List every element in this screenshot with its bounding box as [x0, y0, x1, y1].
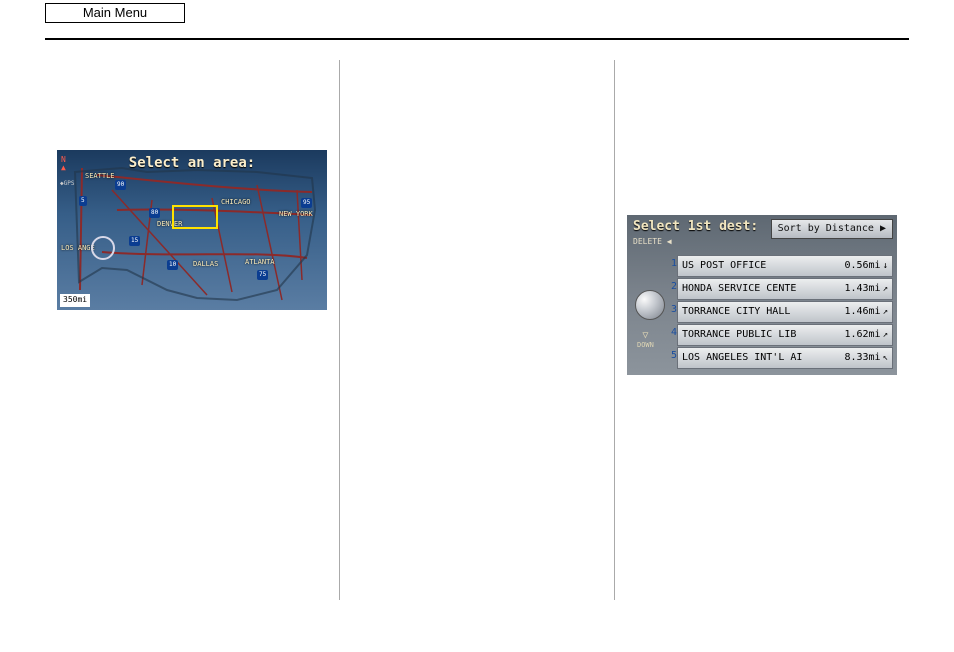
- dest-header: Select 1st dest:: [633, 218, 758, 236]
- direction-icon: ↗: [883, 329, 888, 341]
- scroll-knob[interactable]: [635, 290, 665, 320]
- dest-name: TORRANCE PUBLIC LIB: [682, 328, 840, 342]
- city-la: LOS ANGE: [61, 244, 95, 253]
- dest-distance: 1.46mi: [844, 305, 880, 319]
- shield-80: 80: [149, 208, 160, 218]
- column-middle: [339, 60, 614, 600]
- dest-name: TORRANCE CITY HALL: [682, 305, 840, 319]
- row-index: 3: [667, 303, 677, 317]
- main-menu-button[interactable]: Main Menu: [45, 3, 185, 23]
- dest-distance: 8.33mi: [844, 351, 880, 365]
- dest-row[interactable]: TORRANCE CITY HALL 1.46mi ↗: [677, 301, 893, 323]
- city-atlanta: ATLANTA: [245, 258, 275, 267]
- direction-icon: ↖: [883, 352, 888, 364]
- chevron-down-icon: ▽: [637, 331, 654, 341]
- dest-row[interactable]: US POST OFFICE 0.56mi ↓: [677, 255, 893, 277]
- scroll-down-button[interactable]: ▽ DOWN: [637, 331, 654, 350]
- content-columns: N▲ ◆GPS Select an area:: [45, 60, 909, 600]
- city-dallas: DALLAS: [193, 260, 218, 269]
- shield-90: 90: [115, 180, 126, 190]
- map-select-area[interactable]: N▲ ◆GPS Select an area:: [57, 150, 327, 310]
- column-left: N▲ ◆GPS Select an area:: [45, 60, 339, 600]
- dest-name: HONDA SERVICE CENTE: [682, 282, 840, 296]
- row-index: 4: [667, 326, 677, 340]
- dest-row[interactable]: TORRANCE PUBLIC LIB 1.62mi ↗: [677, 324, 893, 346]
- dest-distance: 1.62mi: [844, 328, 880, 342]
- direction-icon: ↓: [883, 260, 888, 272]
- map-scale: 350mi: [60, 294, 90, 307]
- dest-name: US POST OFFICE: [682, 259, 840, 273]
- map-selection-box: [172, 205, 218, 229]
- city-seattle: SEATTLE: [85, 172, 115, 181]
- dest-row[interactable]: HONDA SERVICE CENTE 1.43mi ↗: [677, 278, 893, 300]
- dest-distance: 1.43mi: [844, 282, 880, 296]
- row-index: 1: [667, 257, 677, 271]
- dest-row[interactable]: LOS ANGELES INT'L AI 8.33mi ↖: [677, 347, 893, 369]
- shield-5: 5: [79, 196, 87, 206]
- dest-distance: 0.56mi: [844, 259, 880, 273]
- row-index: 5: [667, 349, 677, 363]
- header-rule: [45, 38, 909, 40]
- row-index: 2: [667, 280, 677, 294]
- city-newyork: NEW YORK: [279, 210, 313, 219]
- direction-icon: ↗: [883, 283, 888, 295]
- shield-10: 10: [167, 260, 178, 270]
- shield-75: 75: [257, 270, 268, 280]
- map-vehicle-icon: [91, 236, 115, 260]
- dest-name: LOS ANGELES INT'L AI: [682, 351, 840, 365]
- shield-15: 15: [129, 236, 140, 246]
- shield-95: 95: [301, 198, 312, 208]
- city-chicago: CHICAGO: [221, 198, 251, 207]
- column-right: Select 1st dest: DELETE ◀ Sort by Distan…: [614, 60, 909, 600]
- destination-list-screen: Select 1st dest: DELETE ◀ Sort by Distan…: [627, 215, 897, 375]
- direction-icon: ↗: [883, 306, 888, 318]
- dest-list: US POST OFFICE 0.56mi ↓ HONDA SERVICE CE…: [677, 255, 893, 370]
- delete-button[interactable]: DELETE ◀: [633, 237, 672, 248]
- sort-button[interactable]: Sort by Distance ▶: [771, 219, 893, 239]
